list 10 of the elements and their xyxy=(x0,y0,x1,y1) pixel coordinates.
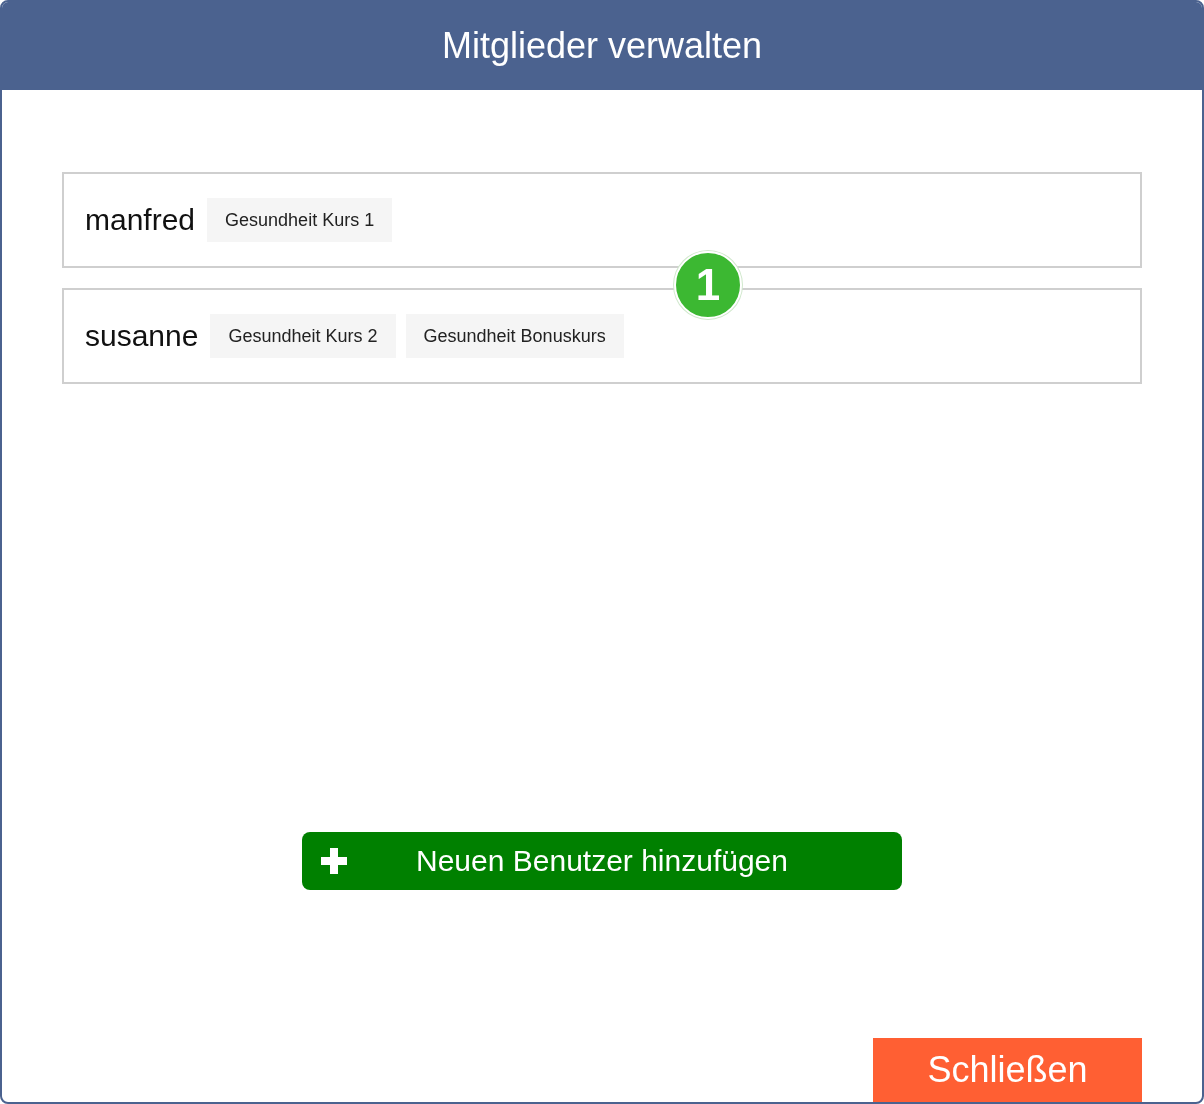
course-tag: Gesundheit Bonuskurs xyxy=(405,314,624,358)
course-tag: Gesundheit Kurs 2 xyxy=(210,314,396,358)
member-row[interactable]: manfred Gesundheit Kurs 1 xyxy=(62,172,1142,268)
callout-badge: 1 xyxy=(674,251,742,319)
member-name: manfred xyxy=(85,203,196,237)
add-user-button[interactable]: Neuen Benutzer hinzufügen xyxy=(302,832,902,890)
dialog-title: Mitglieder verwalten xyxy=(441,25,763,67)
member-name: susanne xyxy=(85,319,199,353)
plus-icon xyxy=(321,848,347,874)
course-tag: Gesundheit Kurs 1 xyxy=(207,198,393,242)
